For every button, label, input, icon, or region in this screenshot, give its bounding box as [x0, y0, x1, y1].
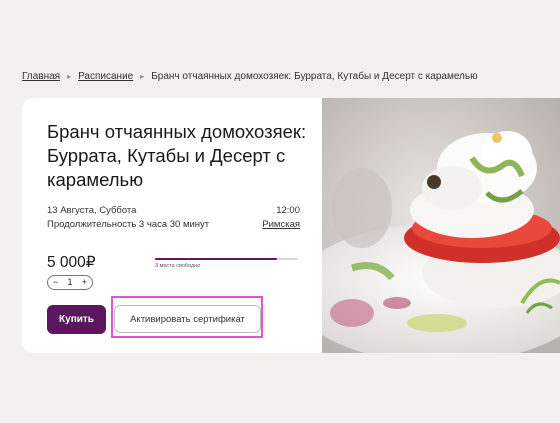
- buy-button[interactable]: Купить: [47, 305, 106, 334]
- seats-available-label: 3 места свободно: [155, 263, 201, 269]
- event-info: Бранч отчаянных домохозяек: Буррата, Кут…: [22, 98, 322, 353]
- event-title: Бранч отчаянных домохозяек: Буррата, Кут…: [47, 121, 307, 190]
- event-card: Бранч отчаянных домохозяек: Буррата, Кут…: [22, 98, 560, 353]
- event-date: 13 Августа, Суббота: [47, 205, 137, 216]
- event-date-row: 13 Августа, Суббота 12:00: [47, 205, 300, 216]
- minus-icon[interactable]: −: [53, 276, 58, 289]
- burrata-dish-image: [322, 98, 560, 353]
- breadcrumb: Главная ▸ Расписание ▸ Бранч отчаянных д…: [22, 71, 478, 82]
- seats-progress: 3 места свободно: [155, 258, 298, 269]
- quantity-value: 1: [67, 277, 73, 287]
- breadcrumb-current: Бранч отчаянных домохозяек: Буррата, Кут…: [151, 71, 478, 82]
- chevron-right-icon: ▸: [140, 72, 145, 81]
- activate-certificate-button[interactable]: Активировать сертификат: [114, 305, 261, 333]
- event-time: 12:00: [276, 205, 300, 216]
- seats-progress-fill: [155, 258, 277, 260]
- event-duration: Продолжительность 3 часа 30 минут: [47, 219, 210, 230]
- event-photo: [322, 98, 560, 353]
- plus-icon[interactable]: +: [82, 276, 87, 289]
- seats-progress-track: [155, 258, 298, 260]
- breadcrumb-home-link[interactable]: Главная: [22, 71, 60, 82]
- breadcrumb-schedule-link[interactable]: Расписание: [78, 71, 133, 82]
- venue-link[interactable]: Римская: [262, 219, 300, 230]
- event-price: 5 000₽: [47, 254, 96, 271]
- chevron-right-icon: ▸: [67, 72, 72, 81]
- quantity-stepper: − 1 +: [47, 275, 93, 290]
- event-duration-row: Продолжительность 3 часа 30 минут Римска…: [47, 219, 300, 230]
